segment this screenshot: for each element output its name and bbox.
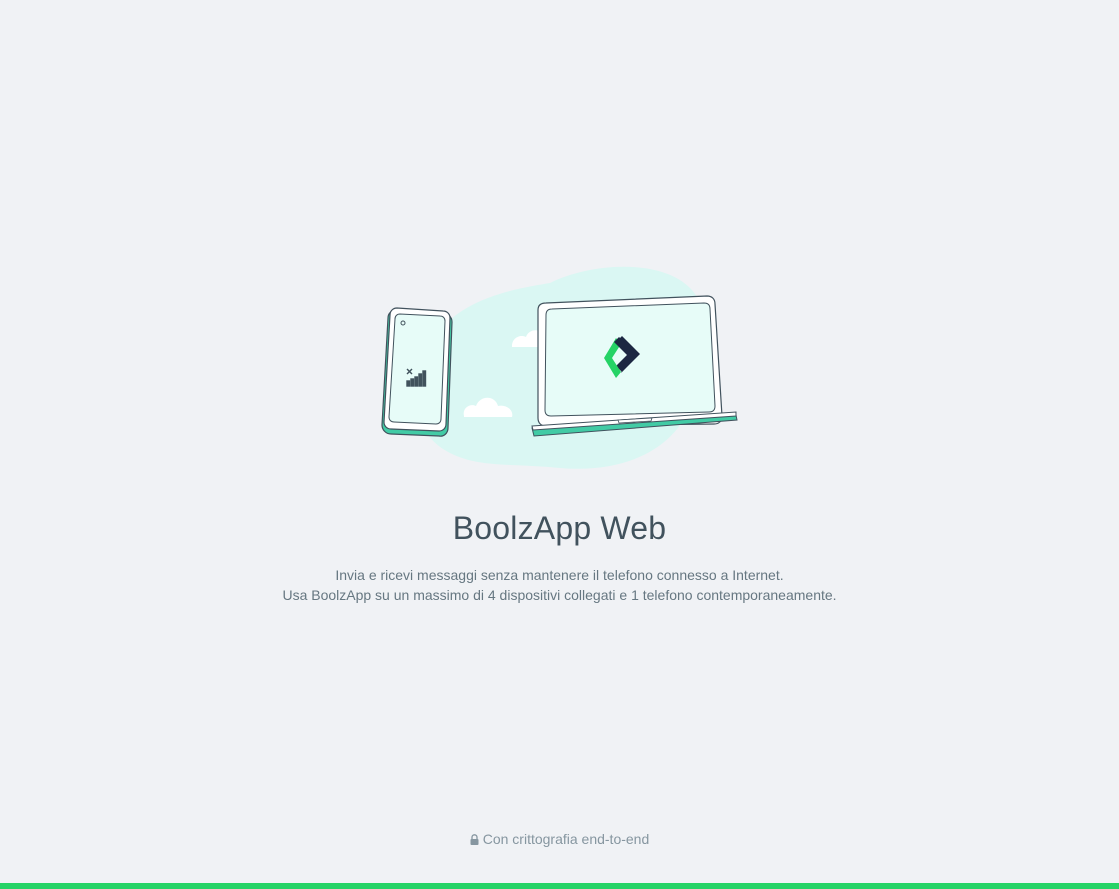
encryption-notice: Con crittografia end-to-end: [0, 831, 1119, 847]
description-line-1: Invia e ricevi messaggi senza mantenere …: [335, 567, 784, 583]
description-line-2: Usa BoolzApp su un massimo di 4 disposit…: [282, 587, 837, 603]
encryption-text: Con crittografia end-to-end: [482, 831, 650, 847]
laptop-icon: [531, 295, 738, 437]
page-title: BoolzApp Web: [452, 510, 667, 546]
intro-description: Invia e ricevi messaggi senza mantenere …: [0, 565, 1119, 605]
accent-bar: [0, 883, 1119, 889]
devices-illustration: [381, 266, 738, 469]
lock-icon: [470, 834, 479, 845]
phone-icon: [381, 307, 453, 437]
intro-page: BoolzApp Web Invia e ricevi messaggi sen…: [0, 0, 1119, 889]
